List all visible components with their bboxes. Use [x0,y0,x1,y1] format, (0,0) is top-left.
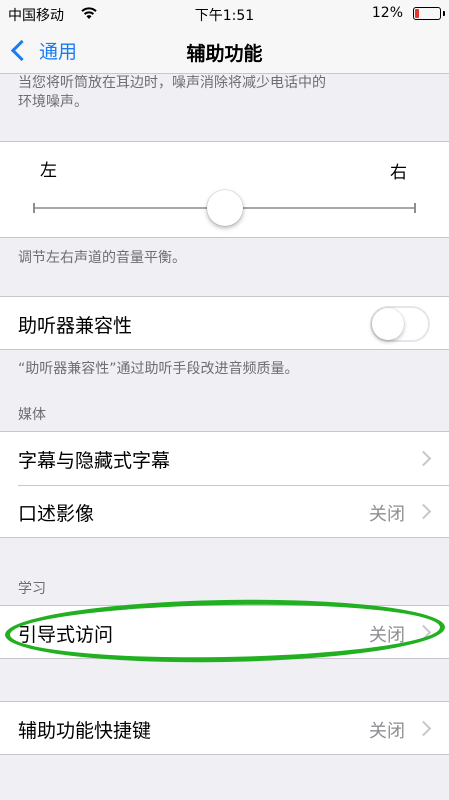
chevron-right-icon [415,503,432,520]
hearing-aid-footer: “助听器兼容性”通过助听手段改进音频质量。 [18,361,299,377]
chevron-right-icon [415,720,432,737]
battery-percent: 12% [371,5,403,21]
guided-access-value: 关闭 [369,625,405,646]
accessibility-shortcut-value: 关闭 [369,721,405,742]
captions-row[interactable]: 字幕与隐藏式字幕 [0,432,449,485]
audio-description-label: 口述影像 [18,503,95,525]
hearing-aid-toggle[interactable] [370,306,430,342]
media-group: 字幕与隐藏式字幕 口述影像 关闭 [0,431,449,538]
status-bar: 中国移动 下午1:51 12% [0,0,449,28]
balance-footer: 调节左右声道的音量平衡。 [18,250,186,266]
guided-access-label: 引导式访问 [18,624,114,646]
hearing-aid-label: 助听器兼容性 [18,315,133,337]
media-section-header: 媒体 [18,407,46,423]
captions-label: 字幕与隐藏式字幕 [18,450,171,472]
chevron-right-icon [415,450,432,467]
shortcut-group: 辅助功能快捷键 关闭 [0,701,449,755]
balance-right-label: 右 [390,163,407,183]
accessibility-shortcut-label: 辅助功能快捷键 [18,720,152,742]
learning-group: 引导式访问 关闭 [0,605,449,659]
page-title: 辅助功能 [186,43,263,65]
chevron-right-icon [415,624,432,641]
accessibility-shortcut-row[interactable]: 辅助功能快捷键 关闭 [0,702,449,755]
guided-access-row[interactable]: 引导式访问 关闭 [0,606,449,659]
balance-left-label: 左 [40,161,57,181]
noise-cancel-footer-line2: 环境噪声。 [18,94,88,110]
slider-left-tick [33,203,35,213]
noise-cancel-footer: 当您将听筒放在耳边时，噪声消除将减少电话中的 环境噪声。 [18,74,326,112]
slider-right-tick [414,203,416,213]
noise-cancel-footer-line1: 当您将听筒放在耳边时，噪声消除将减少电话中的 [18,75,326,91]
learning-section-header: 学习 [18,581,46,597]
audio-description-row[interactable]: 口述影像 关闭 [0,485,449,538]
navigation-bar: 通用 辅助功能 [0,28,449,74]
balance-slider-thumb[interactable] [206,190,243,226]
audio-description-value: 关闭 [369,504,405,525]
toggle-knob [372,308,404,340]
battery-icon [413,7,445,20]
